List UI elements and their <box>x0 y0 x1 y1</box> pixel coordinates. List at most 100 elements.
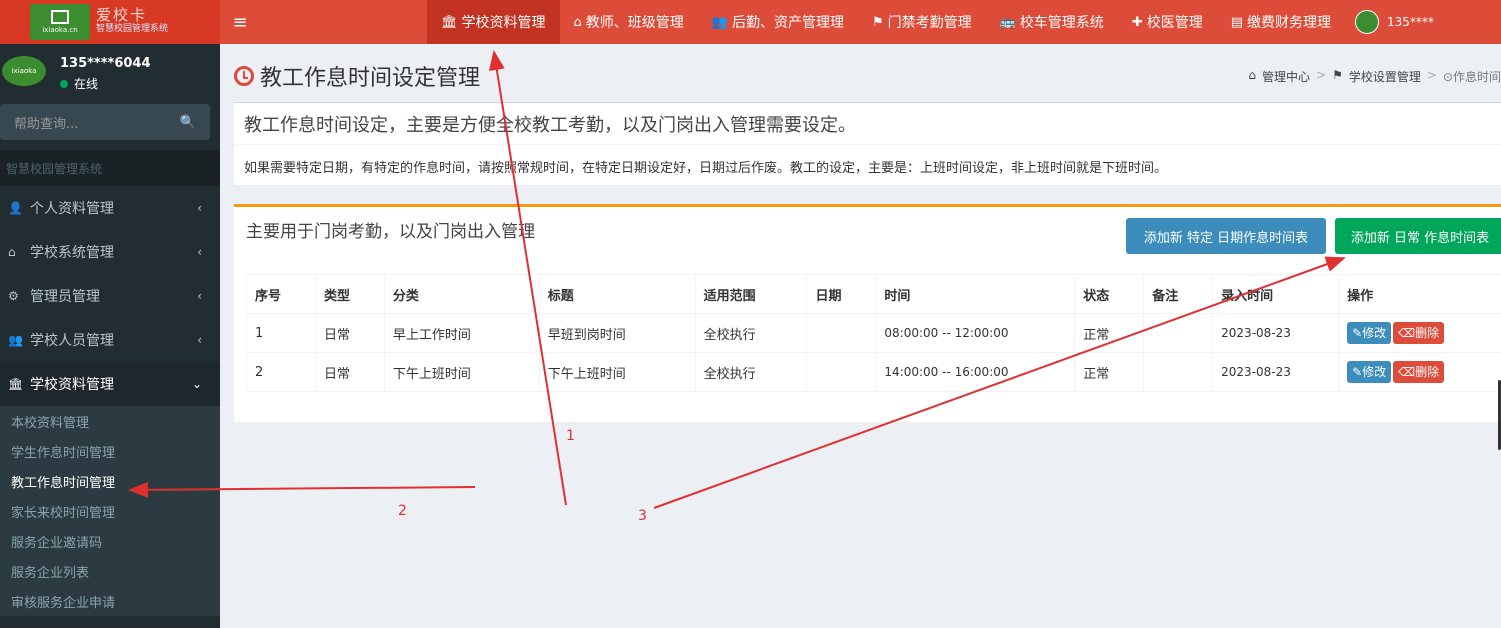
chevron-icon: ‹ <box>197 245 202 259</box>
annotation-label-3: 3 <box>638 508 647 524</box>
table-header-cell: 备注 <box>1143 274 1214 314</box>
chevron-icon: ⌄ <box>191 377 202 391</box>
table-cell: 2023-08-23 <box>1212 313 1340 353</box>
table-row: 2 日常 下午上班时间 下午上班时间 全校执行 14:00:00 -- 16:00:00 正… <box>246 352 1501 392</box>
top-nav-item[interactable]: ⌂ 教师、班级管理 <box>560 0 698 44</box>
table-actions-cell: ✎修改 ⌫删除 <box>1338 313 1501 353</box>
sidebar-subitem[interactable]: 家长来校时间管理 <box>0 496 220 526</box>
bank-icon: 🏛 <box>8 377 24 391</box>
breadcrumb-current: ⊙作息时间 <box>1442 70 1501 84</box>
top-nav-label: 校车管理系统 <box>1019 15 1104 31</box>
gears-icon: ⚙ <box>8 289 19 303</box>
breadcrumb-item[interactable]: 学校设置管理 <box>1349 68 1421 85</box>
schedule-box: 主要用于门岗考勤，以及门岗出入管理 添加新 特定 日期作息时间表 添加新 日常 … <box>234 204 1501 422</box>
add-daily-schedule-button[interactable]: 添加新 日常 作息时间表 <box>1335 218 1501 254</box>
table-cell <box>806 352 877 392</box>
top-nav-item[interactable]: ⚑ 门禁考勤管理 <box>858 0 986 44</box>
top-nav-item[interactable]: ▤ 缴费财务理理 <box>1217 0 1345 44</box>
info-box-body: 如果需要特定日期，有特定的作息时间，请按照常规时间，在特定日期设定好，日期过后作… <box>244 161 1168 176</box>
sidebar-item[interactable]: 👥 学校人员管理 ‹ <box>0 318 220 362</box>
sidebar-item[interactable]: ⚙ 管理员管理 ‹ <box>0 274 220 318</box>
top-nav-label: 门禁考勤管理 <box>887 15 972 31</box>
clock-icon <box>234 66 254 86</box>
sidebar-toggle-icon[interactable]: ≡ <box>220 0 260 44</box>
sidebar-header: 智慧校园管理系统 <box>0 150 220 186</box>
table-header-cell: 状态 <box>1074 274 1145 314</box>
table-header-cell: 日期 <box>806 274 877 314</box>
table-cell: 正常 <box>1074 313 1145 353</box>
sidebar-subitem[interactable]: 教工作息时间管理 <box>0 466 220 496</box>
sidebar-submenu: 本校资料管理 学生作息时间管理 教工作息时间管理 家长来校时间管理 服务企业邀请码 服务企… <box>0 406 220 616</box>
schedule-table: 序号 类型 分类 标题 适用范围 日期 时间 状态 备注 录入时间 操作 1 日常 早上工作时间 早班到岗… <box>246 274 1501 392</box>
annotation-label-1: 1 <box>566 428 575 444</box>
table-cell: 全校执行 <box>694 352 808 392</box>
chevron-icon: ‹ <box>197 289 202 303</box>
schedule-box-title: 主要用于门岗考勤，以及门岗出入管理 <box>246 222 535 242</box>
main-content: 教工作息时间设定管理 ⌂ 管理中心 > ⚑ 学校设置管理 > ⊙作息时间 教工作… <box>220 44 1501 628</box>
table-cell: 14:00:00 -- 16:00:00 <box>875 352 1076 392</box>
table-cell: 日常 <box>314 352 385 392</box>
chevron-icon: ‹ <box>197 201 202 215</box>
user-status-text: 在线 <box>74 77 99 91</box>
sidebar-item-label: 学校人员管理 <box>30 333 114 349</box>
top-nav-item[interactable]: 🚌 校车管理系统 <box>986 0 1118 44</box>
sidebar-item[interactable]: ⌂ 学校系统管理 ‹ <box>0 230 220 274</box>
table-cell: 2023-08-23 <box>1212 352 1340 392</box>
sidebar-item[interactable]: 👤 个人资料管理 ‹ <box>0 186 220 230</box>
sidebar-menu: 👤 个人资料管理 ‹ ⌂ 学校系统管理 ‹ ⚙ 管理员管理 ‹ 👥 学校人员管理 ‹ 🏛 学校资料管理 ⌄ <box>0 186 220 406</box>
card-icon: ▤ <box>1230 14 1244 30</box>
edit-button[interactable]: ✎修改 <box>1347 361 1392 383</box>
logo[interactable]: ixiaoka.cn 爱校卡 智慧校园管理系统 <box>0 0 220 44</box>
top-nav-item[interactable]: 👥 后勤、资产管理理 <box>698 0 858 44</box>
breadcrumb-item[interactable]: 管理中心 <box>1262 68 1310 85</box>
logo-icon: ixiaoka.cn <box>30 4 90 40</box>
table-header-cell: 时间 <box>875 274 1076 314</box>
sidebar-subitem[interactable]: 学生作息时间管理 <box>0 436 220 466</box>
table-cell: 全校执行 <box>694 313 808 353</box>
sidebar-subitem[interactable]: 本校资料管理 <box>0 406 220 436</box>
top-nav-item[interactable]: 🏛 学校资料管理 <box>427 0 560 44</box>
top-nav-label: 教师、班级管理 <box>585 15 684 31</box>
sidebar-subitem[interactable]: 审核服务企业申请 <box>0 586 220 616</box>
online-dot-icon <box>60 79 68 88</box>
table-cell <box>1143 313 1214 353</box>
top-nav-label: 校医管理 <box>1146 15 1203 31</box>
edit-button[interactable]: ✎修改 <box>1347 322 1392 344</box>
table-header-cell: 操作 <box>1338 274 1501 314</box>
annotation-label-2: 2 <box>398 503 407 519</box>
table-cell: 08:00:00 -- 12:00:00 <box>875 313 1076 353</box>
table-header-cell: 分类 <box>383 274 540 314</box>
users-icon: 👥 <box>711 14 728 30</box>
sidebar-item-label: 个人资料管理 <box>30 201 114 217</box>
home-icon: ⌂ <box>573 14 582 30</box>
top-nav-item[interactable]: ✚ 校医管理 <box>1118 0 1217 44</box>
table-header-cell: 标题 <box>538 274 696 314</box>
user-icon: 👤 <box>8 201 23 215</box>
sidebar-subitem[interactable]: 服务企业列表 <box>0 556 220 586</box>
logo-title: 爱校卡 <box>96 6 148 24</box>
person-icon: ⚑ <box>871 14 884 30</box>
search-input[interactable]: 帮助查询... 🔍 <box>0 104 210 140</box>
table-cell: 早上工作时间 <box>383 313 540 353</box>
delete-button[interactable]: ⌫删除 <box>1393 322 1445 344</box>
table-cell: 正常 <box>1074 352 1145 392</box>
flag-icon: ⚑ <box>1332 68 1343 82</box>
table-header-cell: 适用范围 <box>694 274 808 314</box>
page-title-text: 教工作息时间设定管理 <box>260 66 481 91</box>
sidebar-subitem[interactable]: 服务企业邀请码 <box>0 526 220 556</box>
sidebar-item-label: 学校系统管理 <box>30 245 114 261</box>
table-cell: 日常 <box>314 313 385 353</box>
top-nav-label: 缴费财务理理 <box>1247 15 1332 31</box>
sidebar-item[interactable]: 🏛 学校资料管理 ⌄ <box>0 362 220 406</box>
page-title: 教工作息时间设定管理 <box>234 60 480 92</box>
breadcrumb: ⌂ 管理中心 > ⚑ 学校设置管理 > ⊙作息时间 <box>1248 68 1501 85</box>
add-special-schedule-button[interactable]: 添加新 特定 日期作息时间表 <box>1126 218 1326 254</box>
top-nav: 🏛 学校资料管理 ⌂ 教师、班级管理 👥 后勤、资产管理理 ⚑ 门禁考勤管理 🚌 校车管理系统 ✚ 校… <box>427 0 1345 44</box>
top-user-name: 135**** <box>1387 15 1434 29</box>
delete-button[interactable]: ⌫删除 <box>1393 361 1445 383</box>
top-user-menu[interactable]: 135**** <box>1355 10 1434 34</box>
sidebar-item-label: 学校资料管理 <box>30 377 114 393</box>
home-icon: ⌂ <box>8 245 16 259</box>
search-icon[interactable]: 🔍 <box>180 115 196 130</box>
table-cell <box>806 313 877 353</box>
